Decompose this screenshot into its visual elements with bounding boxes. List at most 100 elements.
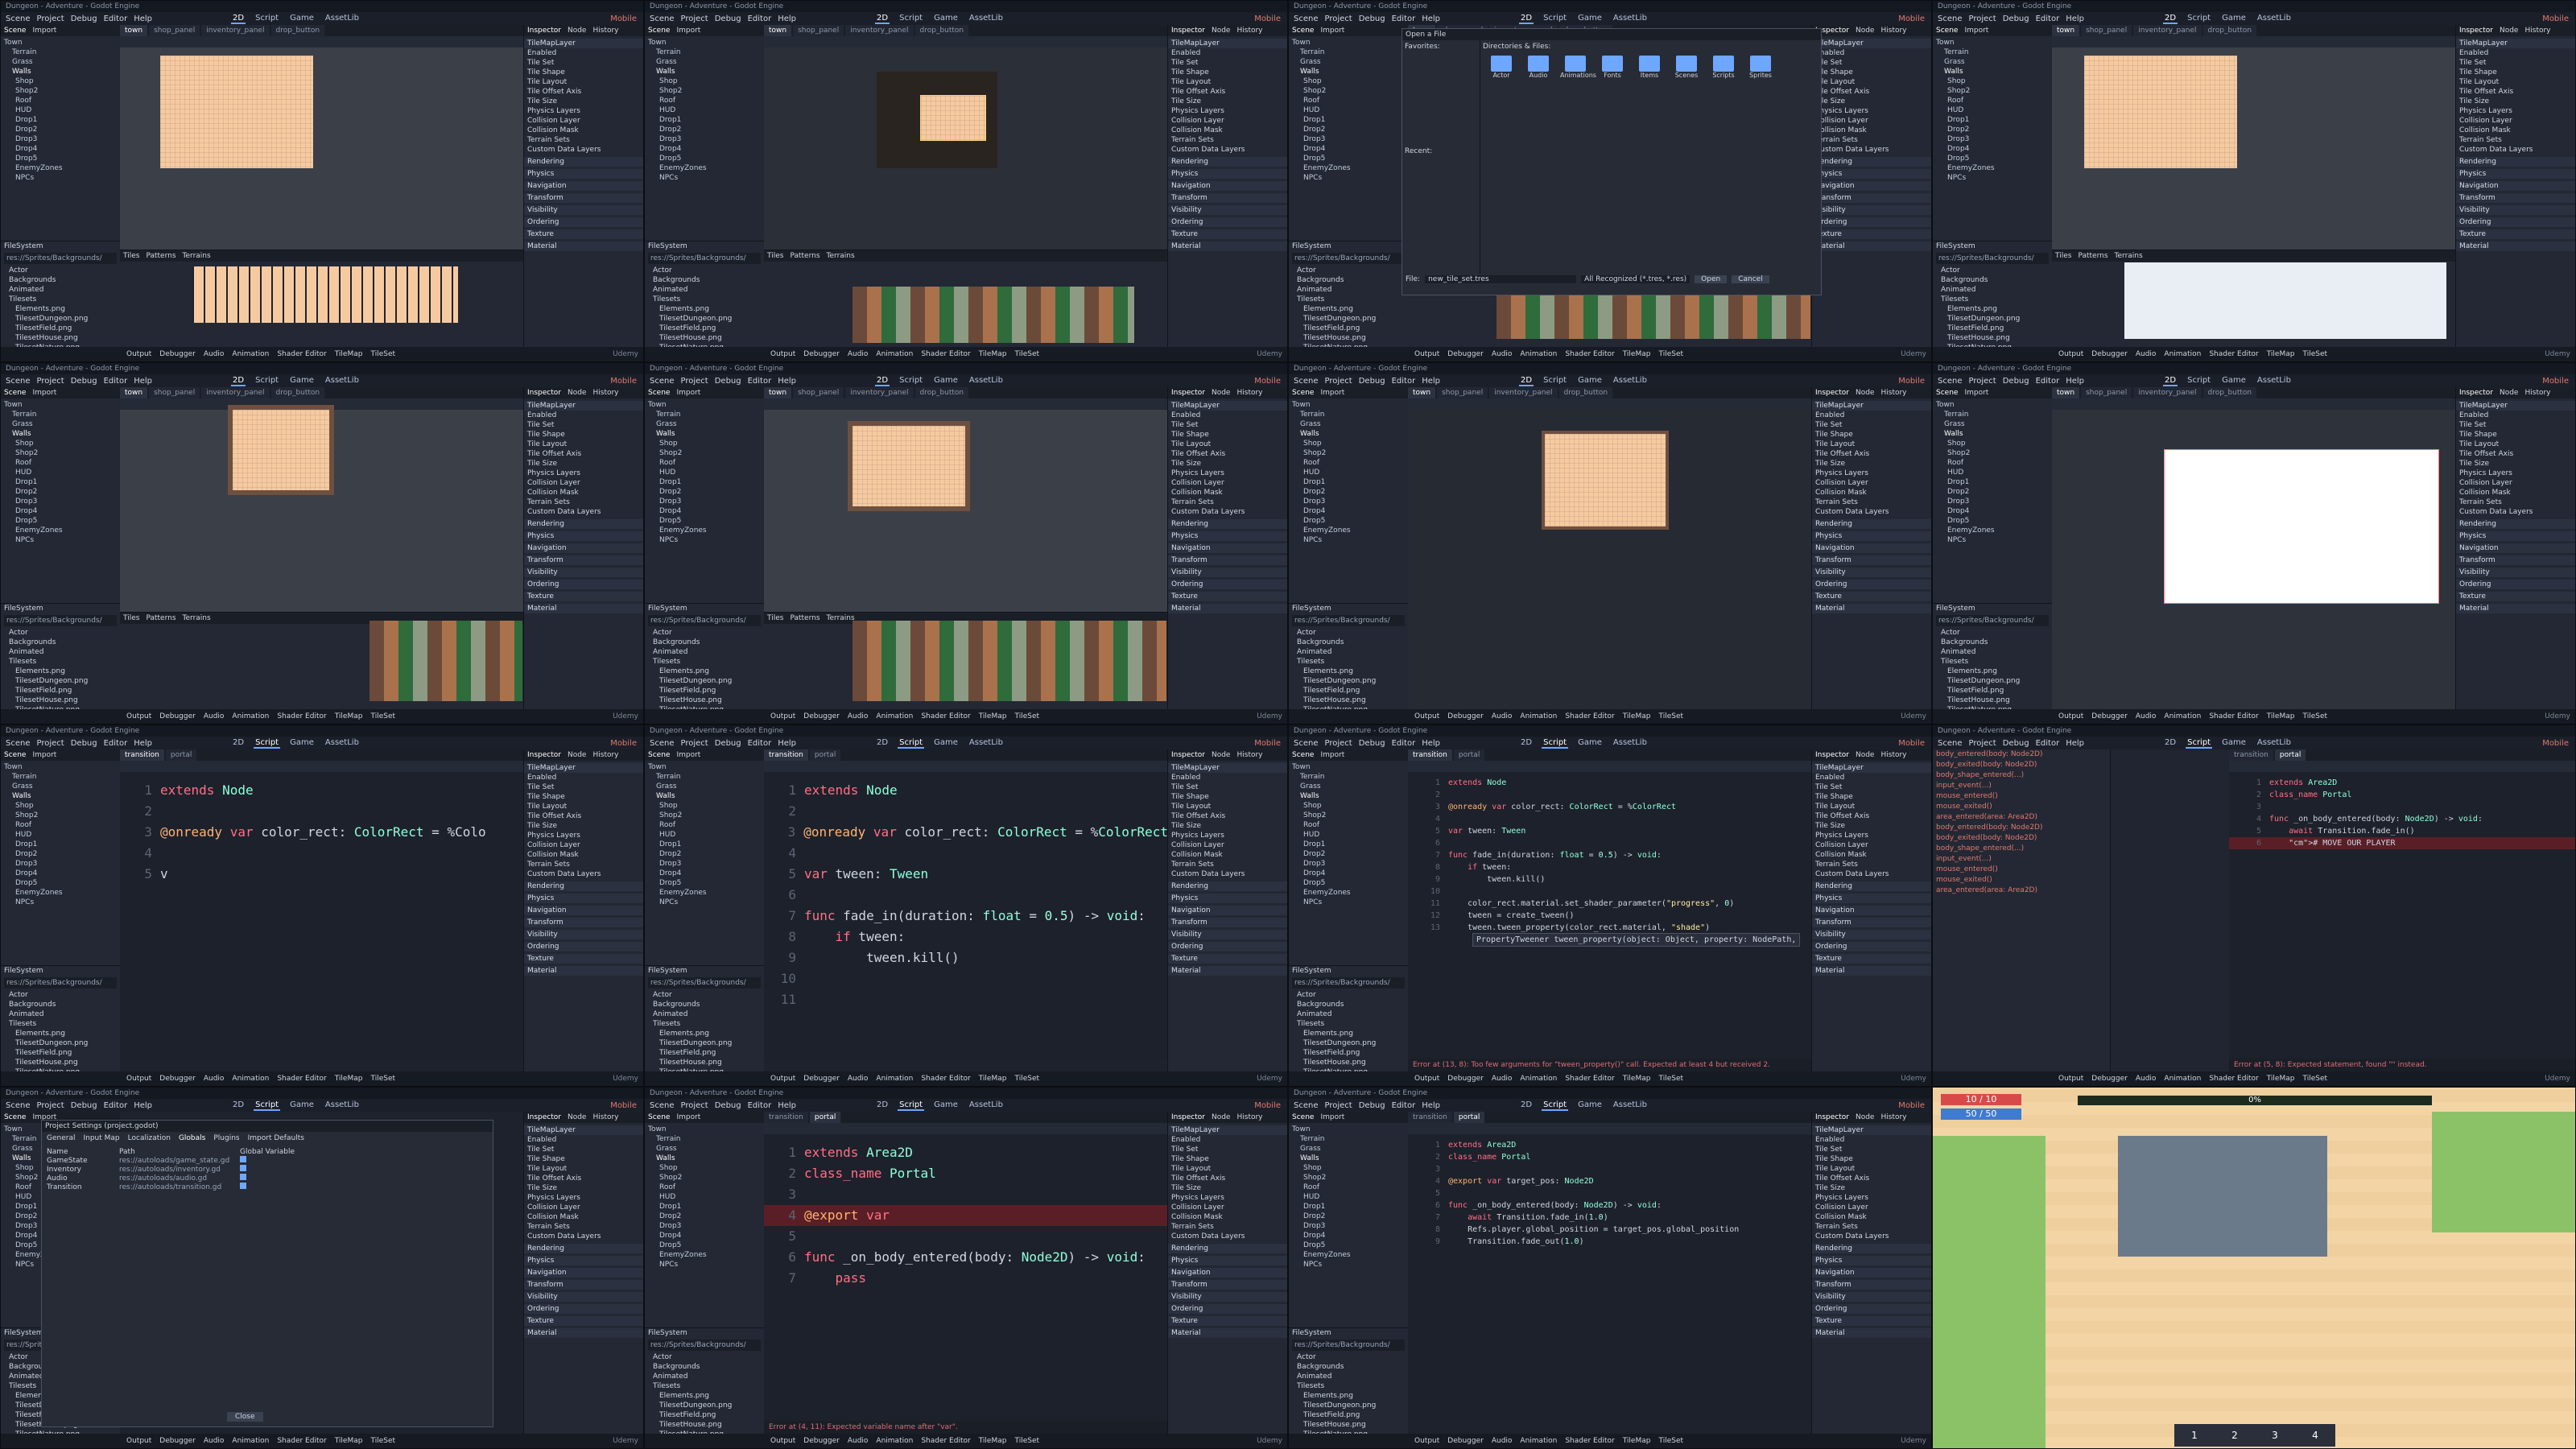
scene-tree-node[interactable]: Town — [4, 400, 117, 410]
scene-tree-node[interactable]: Town — [1292, 1125, 1405, 1134]
filesystem-item[interactable]: Backgrounds — [648, 1362, 761, 1372]
renderer-label[interactable]: Mobile — [2542, 739, 2569, 748]
inspector-property[interactable]: Custom Data Layers — [1812, 507, 1931, 517]
filesystem-item[interactable]: Actor — [1292, 990, 1405, 1000]
menu-item[interactable]: Scene — [1938, 739, 1963, 748]
history-tab[interactable]: History — [2524, 387, 2550, 398]
inspector-property[interactable]: Tile Set — [524, 782, 643, 792]
scene-tree-node[interactable]: Drop4 — [4, 506, 117, 516]
inspector-property[interactable]: Collision Layer — [2456, 116, 2575, 126]
scene-tree-node[interactable]: Drop4 — [648, 1231, 761, 1241]
filesystem-item[interactable]: Elements.png — [648, 1391, 761, 1401]
inspector-tab[interactable]: Inspector — [1815, 1112, 1849, 1123]
menu-item[interactable]: Help — [134, 1101, 152, 1110]
inspector-property[interactable]: Terrain Sets — [524, 497, 643, 507]
workspace-tab[interactable]: Script — [1542, 14, 1568, 24]
renderer-label[interactable]: Mobile — [610, 14, 637, 23]
filesystem-item[interactable]: Tilesets — [1936, 657, 2049, 667]
scene-tree-node[interactable]: Roof — [4, 96, 117, 105]
tileset-panel-tab[interactable]: Terrains — [827, 252, 855, 260]
scene-tree-node[interactable]: Terrain — [1292, 410, 1405, 419]
2d-viewport[interactable] — [764, 410, 1168, 613]
inspector-property[interactable]: Tile Set — [2456, 420, 2575, 430]
inspector-property[interactable]: Tile Layout — [1812, 440, 1931, 449]
history-tab[interactable]: History — [1236, 749, 1262, 761]
inspector-section[interactable]: Material — [1812, 604, 1931, 613]
import-tab[interactable]: Import — [1320, 387, 1344, 398]
scene-tree-node[interactable]: Town — [4, 762, 117, 772]
hotbar-slot[interactable]: 1 — [2191, 1430, 2198, 1441]
scene-tab-item[interactable]: shop_panel — [149, 387, 200, 398]
file-filter-select[interactable]: All Recognized (*.tres, *.res) — [1581, 275, 1690, 283]
bottom-tab[interactable]: Debugger — [159, 1434, 196, 1448]
scene-tree-node[interactable]: EnemyZones — [4, 163, 117, 173]
folder-icon[interactable] — [1750, 56, 1771, 72]
filesystem-item[interactable]: Tilesets — [4, 295, 117, 304]
bottom-tab[interactable]: Animation — [876, 709, 913, 724]
inspector-section[interactable]: Physics — [1812, 1256, 1931, 1265]
scene-tree-node[interactable]: Shop2 — [1936, 86, 2049, 96]
filesystem-item[interactable]: TilesetDungeon.png — [648, 1401, 761, 1410]
script-tab[interactable]: portal — [1453, 749, 1485, 761]
filesystem-item[interactable]: TilesetHouse.png — [648, 696, 761, 705]
workspace-tab[interactable]: Game — [2220, 376, 2248, 386]
scene-tree-node[interactable]: Drop3 — [4, 134, 117, 144]
workspace-tab[interactable]: Script — [2186, 738, 2213, 749]
inspector-property[interactable]: Tile Layout — [524, 440, 643, 449]
menu-item[interactable]: Help — [1422, 739, 1440, 748]
bottom-tab[interactable]: Audio — [2136, 709, 2157, 724]
import-tab[interactable]: Import — [676, 1112, 700, 1123]
script-tab[interactable]: portal — [809, 1112, 841, 1123]
scene-tab-item[interactable]: inventory_panel — [2133, 387, 2202, 398]
scene-tree-node[interactable]: Roof — [1936, 96, 2049, 105]
menu-item[interactable]: Debug — [2003, 739, 2029, 748]
inspector-property[interactable]: Tile Shape — [524, 68, 643, 77]
filesystem-item[interactable]: Elements.png — [648, 1029, 761, 1038]
menu-item[interactable]: Help — [2066, 14, 2084, 23]
scene-tree-node[interactable]: Drop1 — [4, 477, 117, 487]
menu-item[interactable]: Project — [1325, 1101, 1352, 1110]
scene-tree-node[interactable]: Drop1 — [4, 115, 117, 125]
scene-tree-node[interactable]: Drop3 — [648, 134, 761, 144]
scene-tree-node[interactable]: Drop5 — [4, 516, 117, 526]
inspector-section[interactable]: Texture — [524, 954, 643, 964]
scene-tree-node[interactable]: Drop5 — [4, 878, 117, 888]
inspector-property[interactable]: Terrain Sets — [1168, 1222, 1287, 1232]
scene-tree-node[interactable]: HUD — [4, 830, 117, 840]
bottom-tab[interactable]: Animation — [876, 1434, 913, 1448]
inspector-property[interactable]: Tile Set — [1812, 1145, 1931, 1154]
inspector-property[interactable]: Custom Data Layers — [1168, 507, 1287, 517]
scene-tree-node[interactable]: EnemyZones — [1936, 163, 2049, 173]
inspector-property[interactable]: Physics Layers — [1168, 106, 1287, 116]
inspector-tab[interactable]: Inspector — [1171, 387, 1205, 398]
bottom-tab[interactable]: Animation — [232, 709, 269, 724]
script-tab[interactable]: transition — [1408, 1112, 1452, 1123]
scene-tree-node[interactable]: Drop3 — [4, 859, 117, 869]
bottom-tab[interactable]: TileMap — [335, 347, 363, 361]
bottom-tab[interactable]: Debugger — [2091, 347, 2128, 361]
scene-tree-node[interactable]: Shop2 — [648, 86, 761, 96]
scene-tree-node[interactable]: Grass — [1936, 57, 2049, 67]
filesystem-item[interactable]: Backgrounds — [1936, 275, 2049, 285]
scene-tree-node[interactable]: Drop5 — [1936, 154, 2049, 163]
inspector-section[interactable]: Ordering — [2456, 580, 2575, 589]
scene-tree-node[interactable]: HUD — [1292, 105, 1405, 115]
folder-icon[interactable] — [1565, 56, 1586, 72]
bottom-tab[interactable]: Debugger — [159, 1071, 196, 1086]
workspace-tab[interactable]: 2D — [1519, 738, 1534, 749]
inspector-property[interactable]: Physics Layers — [1168, 1193, 1287, 1203]
inspector-section[interactable]: Visibility — [1168, 930, 1287, 939]
filesystem-item[interactable]: Animated — [1936, 647, 2049, 657]
scene-tree-node[interactable]: Walls — [1936, 429, 2049, 439]
scene-tab[interactable]: Scene — [1936, 387, 1958, 398]
tileset-panel-tab[interactable]: Terrains — [2115, 252, 2143, 260]
tileset-panel-tab[interactable]: Tiles — [123, 614, 139, 622]
inspector-section[interactable]: Ordering — [524, 580, 643, 589]
workspace-tab[interactable]: Script — [254, 1100, 281, 1111]
menu-item[interactable]: Help — [778, 739, 796, 748]
bottom-tab[interactable]: Shader Editor — [277, 1434, 326, 1448]
filesystem-item[interactable]: Tilesets — [1292, 657, 1405, 667]
bottom-tab[interactable]: Output — [770, 1434, 795, 1448]
scene-tree-node[interactable]: Shop2 — [4, 86, 117, 96]
bottom-tab[interactable]: TileMap — [335, 1071, 363, 1086]
